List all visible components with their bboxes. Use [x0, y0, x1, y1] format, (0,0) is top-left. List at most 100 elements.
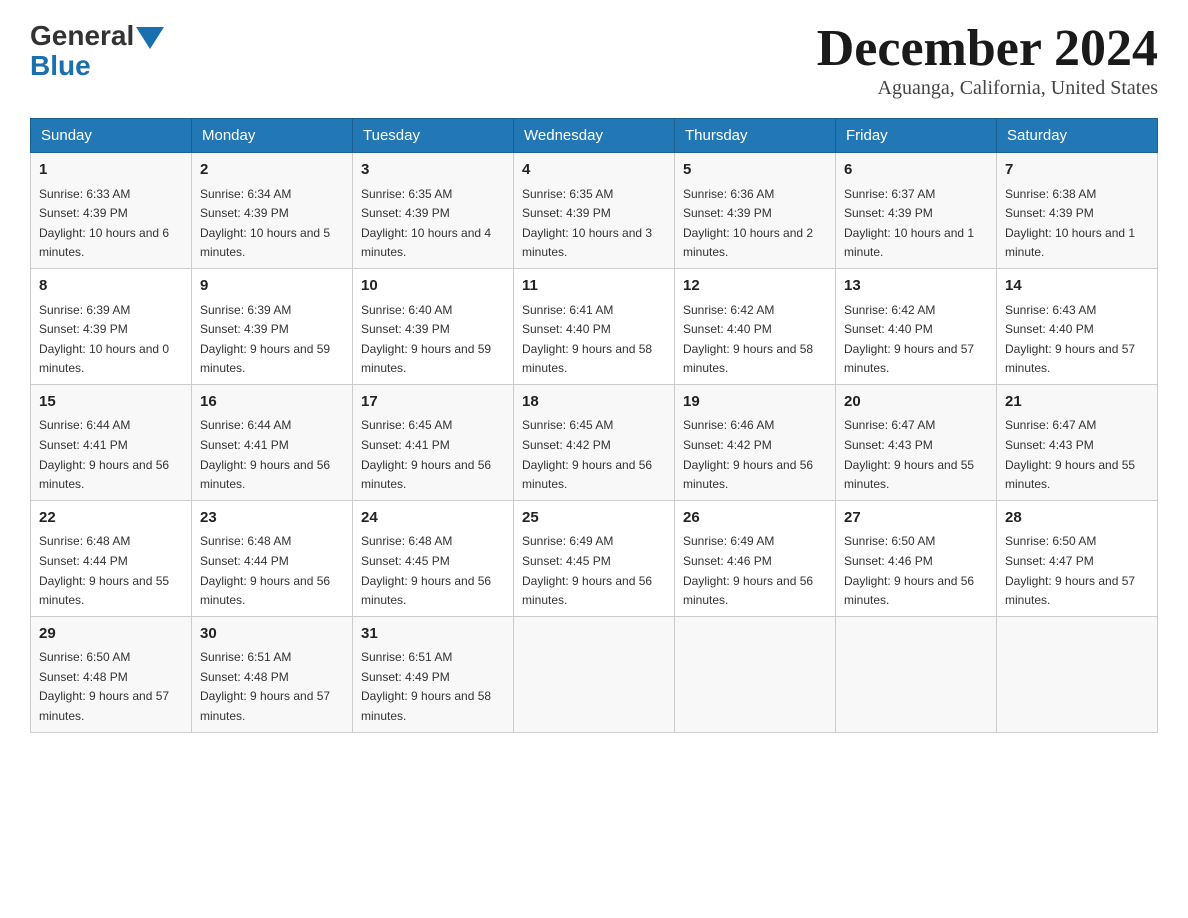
calendar-cell: 12 Sunrise: 6:42 AMSunset: 4:40 PMDayligh…: [675, 269, 836, 385]
day-number: 23: [200, 507, 344, 530]
day-number: 4: [522, 159, 666, 182]
calendar-cell: 28 Sunrise: 6:50 AMSunset: 4:47 PMDayligh…: [997, 500, 1158, 616]
calendar-week-row: 8Sunrise: 6:39 AMSunset: 4:39 PMDaylight…: [31, 269, 1158, 385]
calendar-cell: 7Sunrise: 6:38 AMSunset: 4:39 PMDaylight…: [997, 153, 1158, 269]
day-info: Sunrise: 6:42 AMSunset: 4:40 PMDaylight:…: [844, 303, 974, 376]
day-number: 12: [683, 275, 827, 298]
calendar-cell: 9Sunrise: 6:39 AMSunset: 4:39 PMDaylight…: [192, 269, 353, 385]
calendar-cell: 30 Sunrise: 6:51 AMSunset: 4:48 PMDayligh…: [192, 616, 353, 732]
logo-triangle-icon: [136, 27, 164, 49]
calendar-cell: 31 Sunrise: 6:51 AMSunset: 4:49 PMDayligh…: [353, 616, 514, 732]
calendar-week-row: 1Sunrise: 6:33 AMSunset: 4:39 PMDaylight…: [31, 153, 1158, 269]
day-info: Sunrise: 6:49 AMSunset: 4:46 PMDaylight:…: [683, 534, 813, 607]
page-header: General Blue December 2024 Aguanga, Cali…: [30, 20, 1158, 100]
calendar-cell: 25Sunrise: 6:49 AMSunset: 4:45 PMDayligh…: [514, 500, 675, 616]
day-number: 6: [844, 159, 988, 182]
day-info: Sunrise: 6:39 AMSunset: 4:39 PMDaylight:…: [200, 303, 330, 376]
calendar-cell: 19 Sunrise: 6:46 AMSunset: 4:42 PMDayligh…: [675, 384, 836, 500]
day-number: 7: [1005, 159, 1149, 182]
day-info: Sunrise: 6:44 AMSunset: 4:41 PMDaylight:…: [39, 418, 169, 491]
logo-blue-text: Blue: [30, 50, 91, 82]
calendar-cell: 10Sunrise: 6:40 AMSunset: 4:39 PMDayligh…: [353, 269, 514, 385]
day-info: Sunrise: 6:41 AMSunset: 4:40 PMDaylight:…: [522, 303, 652, 376]
day-info: Sunrise: 6:48 AMSunset: 4:44 PMDaylight:…: [39, 534, 169, 607]
day-number: 18: [522, 391, 666, 414]
day-info: Sunrise: 6:43 AMSunset: 4:40 PMDaylight:…: [1005, 303, 1135, 376]
day-info: Sunrise: 6:33 AMSunset: 4:39 PMDaylight:…: [39, 187, 169, 260]
day-number: 14: [1005, 275, 1149, 298]
calendar-cell: [514, 616, 675, 732]
day-info: Sunrise: 6:48 AMSunset: 4:45 PMDaylight:…: [361, 534, 491, 607]
day-info: Sunrise: 6:48 AMSunset: 4:44 PMDaylight:…: [200, 534, 330, 607]
calendar-cell: 29Sunrise: 6:50 AMSunset: 4:48 PMDayligh…: [31, 616, 192, 732]
calendar-cell: [675, 616, 836, 732]
day-info: Sunrise: 6:47 AMSunset: 4:43 PMDaylight:…: [844, 418, 974, 491]
day-number: 30: [200, 623, 344, 646]
weekday-header-tuesday: Tuesday: [353, 119, 514, 153]
day-number: 13: [844, 275, 988, 298]
calendar-cell: 5Sunrise: 6:36 AMSunset: 4:39 PMDaylight…: [675, 153, 836, 269]
day-info: Sunrise: 6:45 AMSunset: 4:41 PMDaylight:…: [361, 418, 491, 491]
calendar-cell: 17 Sunrise: 6:45 AMSunset: 4:41 PMDayligh…: [353, 384, 514, 500]
calendar-cell: 15 Sunrise: 6:44 AMSunset: 4:41 PMDayligh…: [31, 384, 192, 500]
day-info: Sunrise: 6:45 AMSunset: 4:42 PMDaylight:…: [522, 418, 652, 491]
day-info: Sunrise: 6:40 AMSunset: 4:39 PMDaylight:…: [361, 303, 491, 376]
day-number: 28: [1005, 507, 1149, 530]
weekday-header-wednesday: Wednesday: [514, 119, 675, 153]
calendar-cell: 18 Sunrise: 6:45 AMSunset: 4:42 PMDayligh…: [514, 384, 675, 500]
weekday-header-sunday: Sunday: [31, 119, 192, 153]
day-info: Sunrise: 6:50 AMSunset: 4:47 PMDaylight:…: [1005, 534, 1135, 607]
calendar-cell: 20 Sunrise: 6:47 AMSunset: 4:43 PMDayligh…: [836, 384, 997, 500]
day-info: Sunrise: 6:51 AMSunset: 4:48 PMDaylight:…: [200, 650, 330, 723]
day-number: 24: [361, 507, 505, 530]
day-info: Sunrise: 6:42 AMSunset: 4:40 PMDaylight:…: [683, 303, 813, 376]
calendar-cell: 27Sunrise: 6:50 AMSunset: 4:46 PMDayligh…: [836, 500, 997, 616]
calendar-cell: 26 Sunrise: 6:49 AMSunset: 4:46 PMDayligh…: [675, 500, 836, 616]
day-number: 19: [683, 391, 827, 414]
day-info: Sunrise: 6:46 AMSunset: 4:42 PMDaylight:…: [683, 418, 813, 491]
calendar-location: Aguanga, California, United States: [817, 77, 1158, 100]
calendar-cell: 24 Sunrise: 6:48 AMSunset: 4:45 PMDayligh…: [353, 500, 514, 616]
weekday-header-monday: Monday: [192, 119, 353, 153]
calendar-cell: 2 Sunrise: 6:34 AMSunset: 4:39 PMDaylight…: [192, 153, 353, 269]
logo: General Blue: [30, 20, 164, 82]
day-number: 5: [683, 159, 827, 182]
day-info: Sunrise: 6:39 AMSunset: 4:39 PMDaylight:…: [39, 303, 169, 376]
calendar-cell: 21 Sunrise: 6:47 AMSunset: 4:43 PMDayligh…: [997, 384, 1158, 500]
day-number: 31: [361, 623, 505, 646]
calendar-cell: 1Sunrise: 6:33 AMSunset: 4:39 PMDaylight…: [31, 153, 192, 269]
weekday-header-friday: Friday: [836, 119, 997, 153]
day-info: Sunrise: 6:34 AMSunset: 4:39 PMDaylight:…: [200, 187, 330, 260]
day-number: 20: [844, 391, 988, 414]
day-info: Sunrise: 6:50 AMSunset: 4:46 PMDaylight:…: [844, 534, 974, 607]
day-info: Sunrise: 6:51 AMSunset: 4:49 PMDaylight:…: [361, 650, 491, 723]
title-block: December 2024 Aguanga, California, Unite…: [817, 20, 1158, 100]
calendar-cell: 3Sunrise: 6:35 AMSunset: 4:39 PMDaylight…: [353, 153, 514, 269]
calendar-cell: 13 Sunrise: 6:42 AMSunset: 4:40 PMDayligh…: [836, 269, 997, 385]
day-number: 22: [39, 507, 183, 530]
calendar-title: December 2024: [817, 20, 1158, 77]
calendar-cell: 4 Sunrise: 6:35 AMSunset: 4:39 PMDaylight…: [514, 153, 675, 269]
day-number: 2: [200, 159, 344, 182]
calendar-week-row: 15 Sunrise: 6:44 AMSunset: 4:41 PMDayligh…: [31, 384, 1158, 500]
day-number: 21: [1005, 391, 1149, 414]
day-number: 26: [683, 507, 827, 530]
calendar-cell: 11Sunrise: 6:41 AMSunset: 4:40 PMDayligh…: [514, 269, 675, 385]
weekday-header-row: SundayMondayTuesdayWednesdayThursdayFrid…: [31, 119, 1158, 153]
calendar-cell: 16 Sunrise: 6:44 AMSunset: 4:41 PMDayligh…: [192, 384, 353, 500]
day-info: Sunrise: 6:37 AMSunset: 4:39 PMDaylight:…: [844, 187, 974, 260]
calendar-table: SundayMondayTuesdayWednesdayThursdayFrid…: [30, 118, 1158, 732]
day-number: 25: [522, 507, 666, 530]
day-info: Sunrise: 6:47 AMSunset: 4:43 PMDaylight:…: [1005, 418, 1135, 491]
day-number: 17: [361, 391, 505, 414]
calendar-week-row: 29Sunrise: 6:50 AMSunset: 4:48 PMDayligh…: [31, 616, 1158, 732]
logo-general-text: General: [30, 20, 134, 52]
day-number: 16: [200, 391, 344, 414]
day-info: Sunrise: 6:35 AMSunset: 4:39 PMDaylight:…: [522, 187, 652, 260]
day-number: 15: [39, 391, 183, 414]
calendar-cell: 8Sunrise: 6:39 AMSunset: 4:39 PMDaylight…: [31, 269, 192, 385]
calendar-cell: 23 Sunrise: 6:48 AMSunset: 4:44 PMDayligh…: [192, 500, 353, 616]
calendar-cell: 22 Sunrise: 6:48 AMSunset: 4:44 PMDayligh…: [31, 500, 192, 616]
day-info: Sunrise: 6:44 AMSunset: 4:41 PMDaylight:…: [200, 418, 330, 491]
weekday-header-thursday: Thursday: [675, 119, 836, 153]
